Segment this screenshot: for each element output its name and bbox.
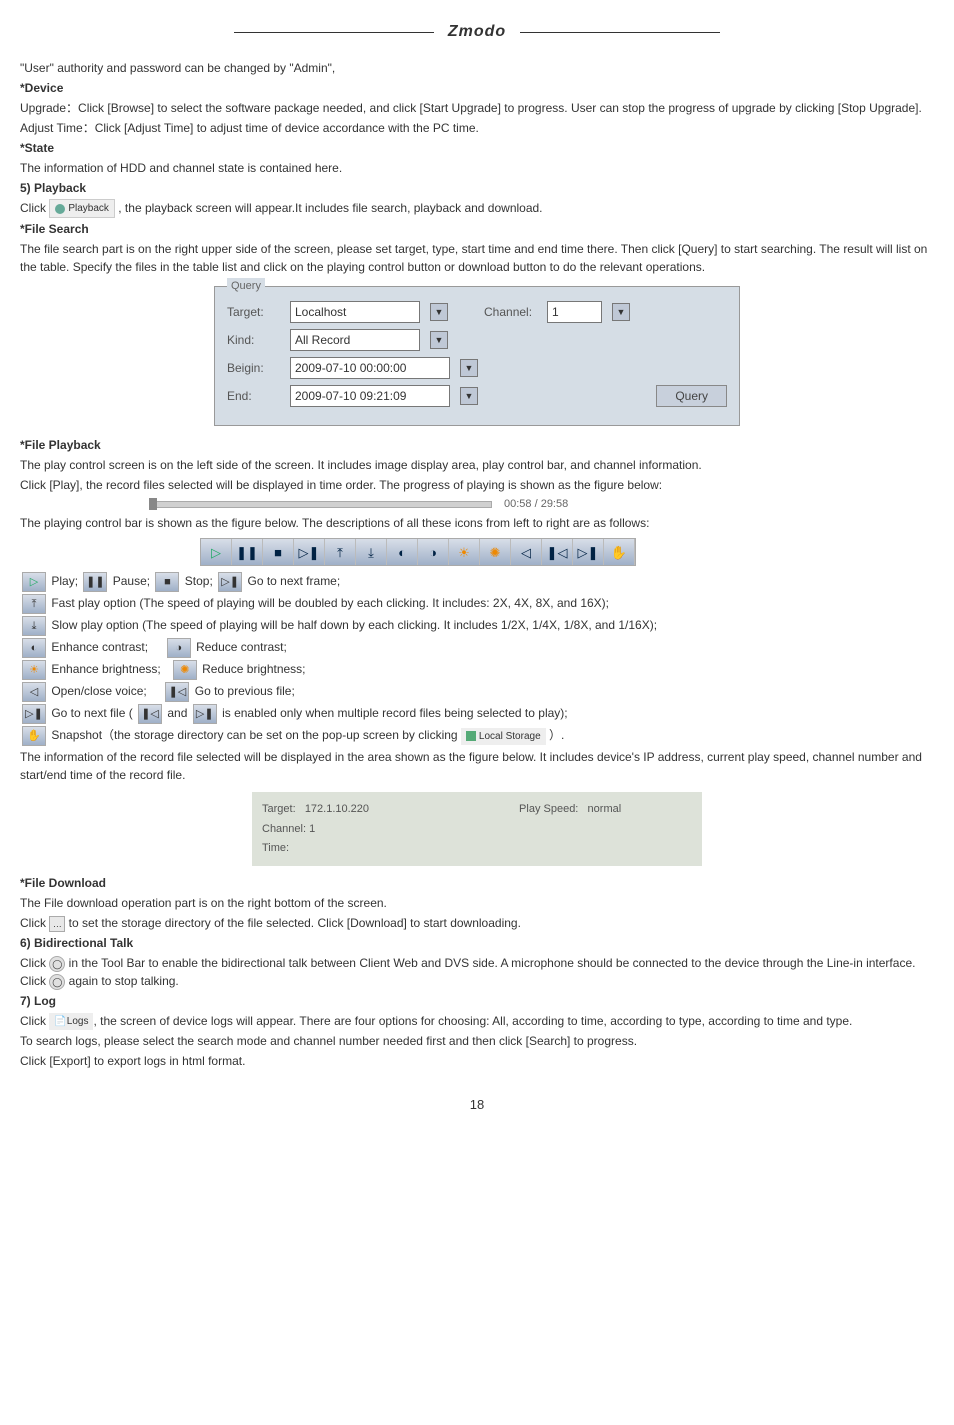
file-info-panel: Target: 172.1.10.220 Play Speed: normal … — [252, 792, 702, 866]
timecode: 00:58 / 29:58 — [504, 496, 568, 513]
begin-input[interactable]: 2009-07-10 00:00:00 — [290, 357, 450, 379]
next-file-icon[interactable]: ▷❚ — [573, 539, 604, 565]
playback-click-line: Click Playback , the playback screen wil… — [20, 199, 934, 218]
next-file-icon-inline: ▷❚ — [22, 704, 46, 724]
log-p2: To search logs, please select the search… — [20, 1032, 934, 1050]
channel-label: Channel: — [484, 303, 539, 321]
next-frame-icon[interactable]: ▷❚ — [294, 539, 325, 565]
reduce-contrast-icon[interactable]: ◑ — [418, 539, 449, 565]
snapshot-icon-inline: ✋ — [22, 726, 46, 746]
state-heading: *State — [20, 139, 934, 157]
file-playback-p1: The play control screen is on the left s… — [20, 456, 934, 474]
target-label: Target: — [227, 303, 282, 321]
log-heading: 7) Log — [20, 992, 934, 1010]
query-legend: Query — [227, 278, 265, 295]
reduce-brightness-icon[interactable]: ✺ — [480, 539, 511, 565]
voice-icon-inline: ◁ — [22, 682, 46, 702]
record-info-text: The information of the record file selec… — [20, 748, 934, 784]
device-adjust-text: Adjust Time：Click [Adjust Time] to adjus… — [20, 119, 934, 137]
log-p3: Click [Export] to export logs in html fo… — [20, 1052, 934, 1070]
talk-stop-icon[interactable]: ◯ — [49, 974, 65, 990]
local-storage-chip[interactable]: Local Storage — [461, 728, 546, 745]
pause-icon[interactable]: ❚❚ — [232, 539, 263, 565]
play-icon[interactable]: ▷ — [201, 539, 232, 565]
user-auth-text: "User" authority and password can be cha… — [20, 59, 934, 77]
kind-dropdown-arrow[interactable]: ▼ — [430, 331, 448, 349]
reduce-contrast-icon-inline: ◑ — [167, 638, 191, 658]
slow-play-icon[interactable]: ⤓ — [356, 539, 387, 565]
snapshot-icon[interactable]: ✋ — [604, 539, 635, 565]
slow-play-icon-inline: ⤓ — [22, 616, 46, 636]
fast-play-icon[interactable]: ⤒ — [325, 539, 356, 565]
logo-text: Zmodo — [448, 23, 506, 40]
next-file-small-icon: ▷❚ — [193, 704, 217, 724]
next-frame-icon-inline: ▷❚ — [218, 572, 242, 592]
query-button[interactable]: Query — [656, 385, 727, 407]
reduce-brightness-icon-inline: ✺ — [173, 660, 197, 680]
file-download-p1: The File download operation part is on t… — [20, 894, 934, 912]
file-playback-p2: Click [Play], the record files selected … — [20, 476, 934, 512]
file-search-heading: *File Search — [20, 220, 934, 238]
progress-slider[interactable] — [150, 501, 492, 508]
prev-file-icon[interactable]: ❚◁ — [542, 539, 573, 565]
bidir-heading: 6) Bidirectional Talk — [20, 934, 934, 952]
page-number: 18 — [20, 1095, 934, 1115]
target-select[interactable]: Localhost — [290, 301, 420, 323]
talk-icon[interactable]: ◯ — [49, 956, 65, 972]
enhance-contrast-icon-inline: ◐ — [22, 638, 46, 658]
prev-file-small-icon: ❚◁ — [138, 704, 162, 724]
file-download-heading: *File Download — [20, 874, 934, 892]
logs-chip[interactable]: 📄 Logs — [49, 1013, 93, 1030]
end-input[interactable]: 2009-07-10 09:21:09 — [290, 385, 450, 407]
enhance-brightness-icon-inline: ☀ — [22, 660, 46, 680]
begin-label: Beigin: — [227, 359, 282, 377]
prev-file-icon-inline: ❚◁ — [165, 682, 189, 702]
kind-select[interactable]: All Record — [290, 329, 420, 351]
end-dropdown-arrow[interactable]: ▼ — [460, 387, 478, 405]
state-info-text: The information of HDD and channel state… — [20, 159, 934, 177]
playback-button-chip[interactable]: Playback — [49, 199, 115, 218]
fast-play-icon-inline: ⤒ — [22, 594, 46, 614]
begin-dropdown-arrow[interactable]: ▼ — [460, 359, 478, 377]
file-playback-heading: *File Playback — [20, 436, 934, 454]
pause-icon-inline: ❚❚ — [83, 572, 107, 592]
channel-select[interactable]: 1 — [547, 301, 602, 323]
query-panel: Query Target: Localhost ▼ Channel: 1 ▼ Kin… — [214, 286, 740, 426]
target-dropdown-arrow[interactable]: ▼ — [430, 303, 448, 321]
control-bar: ▷ ❚❚ ■ ▷❚ ⤒ ⤓ ◐ ◑ ☀ ✺ ◁ ❚◁ ▷❚ ✋ — [200, 538, 636, 566]
channel-dropdown-arrow[interactable]: ▼ — [612, 303, 630, 321]
progress-figure: 00:58 / 29:58 — [150, 496, 568, 513]
folder-icon[interactable]: … — [49, 916, 65, 932]
voice-icon[interactable]: ◁ — [511, 539, 542, 565]
play-icon-inline: ▷ — [22, 572, 46, 592]
device-heading: *Device — [20, 79, 934, 97]
enhance-contrast-icon[interactable]: ◐ — [387, 539, 418, 565]
kind-label: Kind: — [227, 331, 282, 349]
stop-icon[interactable]: ■ — [263, 539, 294, 565]
end-label: End: — [227, 387, 282, 405]
file-search-body: The file search part is on the right upp… — [20, 240, 934, 276]
playback-heading: 5) Playback — [20, 179, 934, 197]
file-playback-p3: The playing control bar is shown as the … — [20, 514, 934, 532]
enhance-brightness-icon[interactable]: ☀ — [449, 539, 480, 565]
device-upgrade-text: Upgrade：Click [Browse] to select the sof… — [20, 99, 934, 117]
stop-icon-inline: ■ — [155, 572, 179, 592]
header-logo: Zmodo — [20, 20, 934, 44]
